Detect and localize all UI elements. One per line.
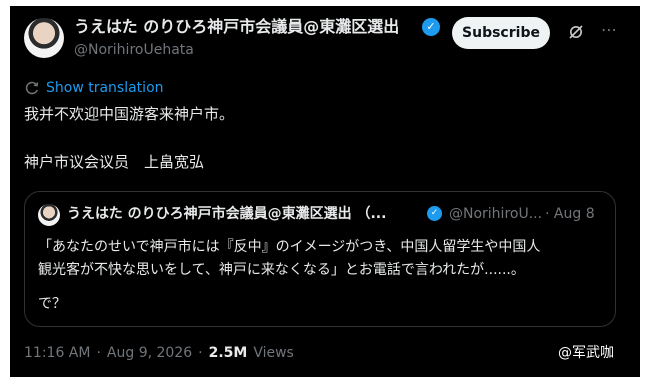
verified-badge-icon: ✓ xyxy=(427,206,442,221)
grok-icon[interactable] xyxy=(568,24,584,40)
quote-date: · Aug 8 xyxy=(545,206,595,222)
author-handle[interactable]: @NorihiroUehata xyxy=(74,41,194,59)
quote-avatar xyxy=(38,204,60,226)
tweet-text-line: 我并不欢迎中国游客来神户市。 xyxy=(24,105,235,123)
watermark: @军武咖 xyxy=(558,345,614,361)
avatar[interactable] xyxy=(24,18,64,58)
tweet-text-line: 神户市议会议员 上畠宽弘 xyxy=(24,153,205,171)
views-label: Views xyxy=(253,345,294,361)
quoted-post[interactable]: うえはた のりひろ神戸市会議員@東灘区選出 （... ✓ @NorihiroU.… xyxy=(24,191,616,327)
verified-badge-icon: ✓ xyxy=(422,18,440,36)
quote-text-line: 「あなたのせいで神戸市には『反中』のイメージがつき、中国人留学生や中国人 xyxy=(38,239,541,255)
quote-text-line: で？ xyxy=(38,296,66,312)
quote-author-name: うえはた のりひろ神戸市会議員@東灘区選出 （... xyxy=(67,206,387,222)
post-meta: 11:16 AM · Aug 9, 2026 · 2.5M Views xyxy=(24,344,294,362)
show-translation-label[interactable]: Show translation xyxy=(46,79,164,97)
views-count: 2.5M xyxy=(208,345,248,361)
meta-separator: · xyxy=(96,345,101,361)
author-name[interactable]: うえはた のりひろ神戸市会議員@東灘区選出 （... xyxy=(74,17,414,37)
post-date[interactable]: Aug 9, 2026 xyxy=(107,344,192,362)
subscribe-button[interactable]: Subscribe xyxy=(452,17,550,49)
post-time[interactable]: 11:16 AM xyxy=(24,344,90,362)
meta-separator: · xyxy=(198,345,203,361)
show-translation-link[interactable]: Show translation xyxy=(24,79,164,97)
quote-text-line: 観光客が不快な思いをして、神戸に来なくなる」とお電話で言われたが......。 xyxy=(38,262,525,278)
more-icon[interactable]: ⋯ xyxy=(598,19,620,41)
post-frame: うえはた のりひろ神戸市会議員@東灘区選出 （... ✓ @NorihiroUe… xyxy=(10,6,640,377)
translate-icon xyxy=(25,81,39,95)
quote-author-handle: @NorihiroU... xyxy=(449,206,541,222)
